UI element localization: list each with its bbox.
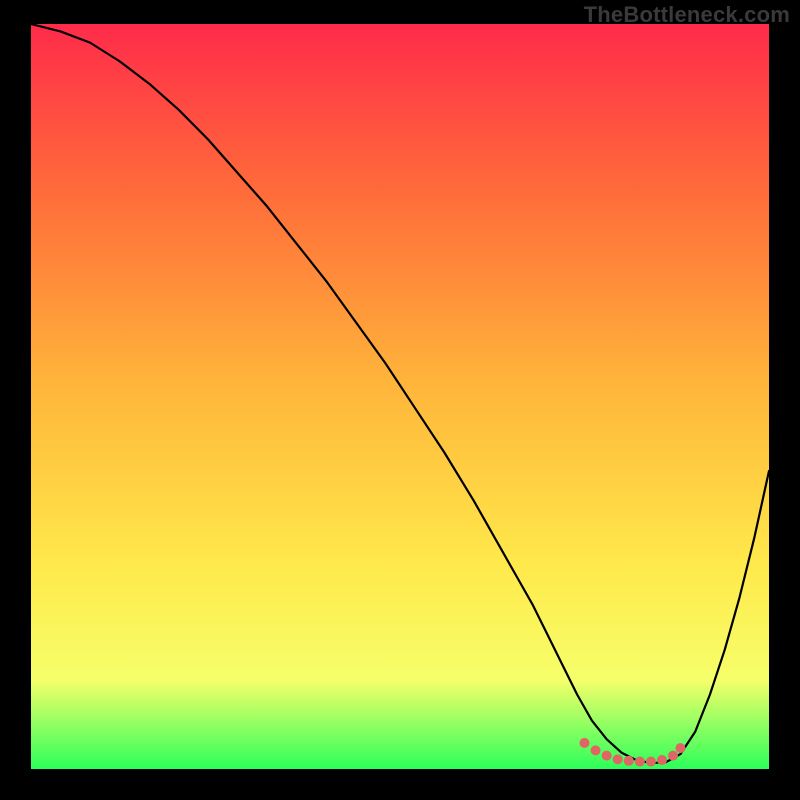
watermark-text: TheBottleneck.com: [584, 2, 790, 28]
plot-area: [31, 24, 769, 769]
optimal-marker: [646, 757, 656, 767]
optimal-marker: [668, 751, 678, 761]
optimal-marker: [580, 738, 590, 748]
optimal-marker: [657, 755, 667, 765]
optimal-marker: [624, 756, 634, 766]
gradient-background: [31, 24, 769, 769]
optimal-marker: [613, 754, 623, 764]
optimal-marker: [591, 745, 601, 755]
optimal-marker: [635, 757, 645, 767]
optimal-marker: [675, 743, 685, 753]
chart-svg: [31, 24, 769, 769]
chart-frame: TheBottleneck.com: [0, 0, 800, 800]
optimal-marker: [602, 751, 612, 761]
